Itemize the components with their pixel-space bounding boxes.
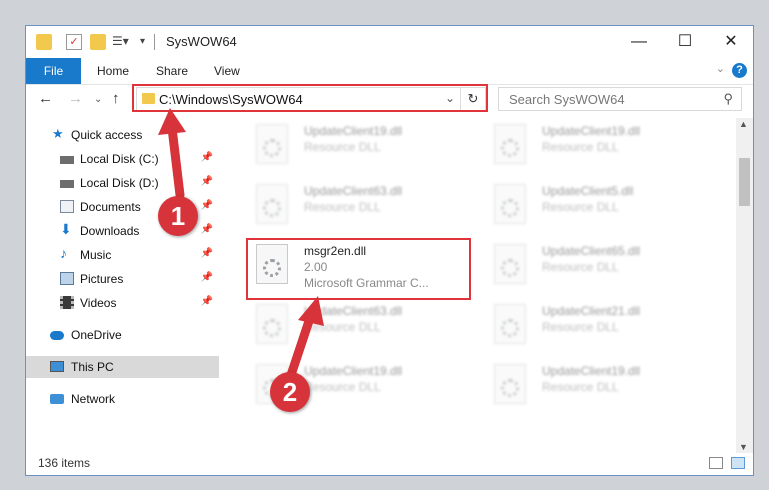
arrow-2 [285, 296, 324, 383]
arrow-1 [158, 108, 186, 200]
annotation-overlay [158, 108, 324, 383]
step-2-badge: 2 [270, 372, 310, 412]
step-1-badge: 1 [158, 196, 198, 236]
